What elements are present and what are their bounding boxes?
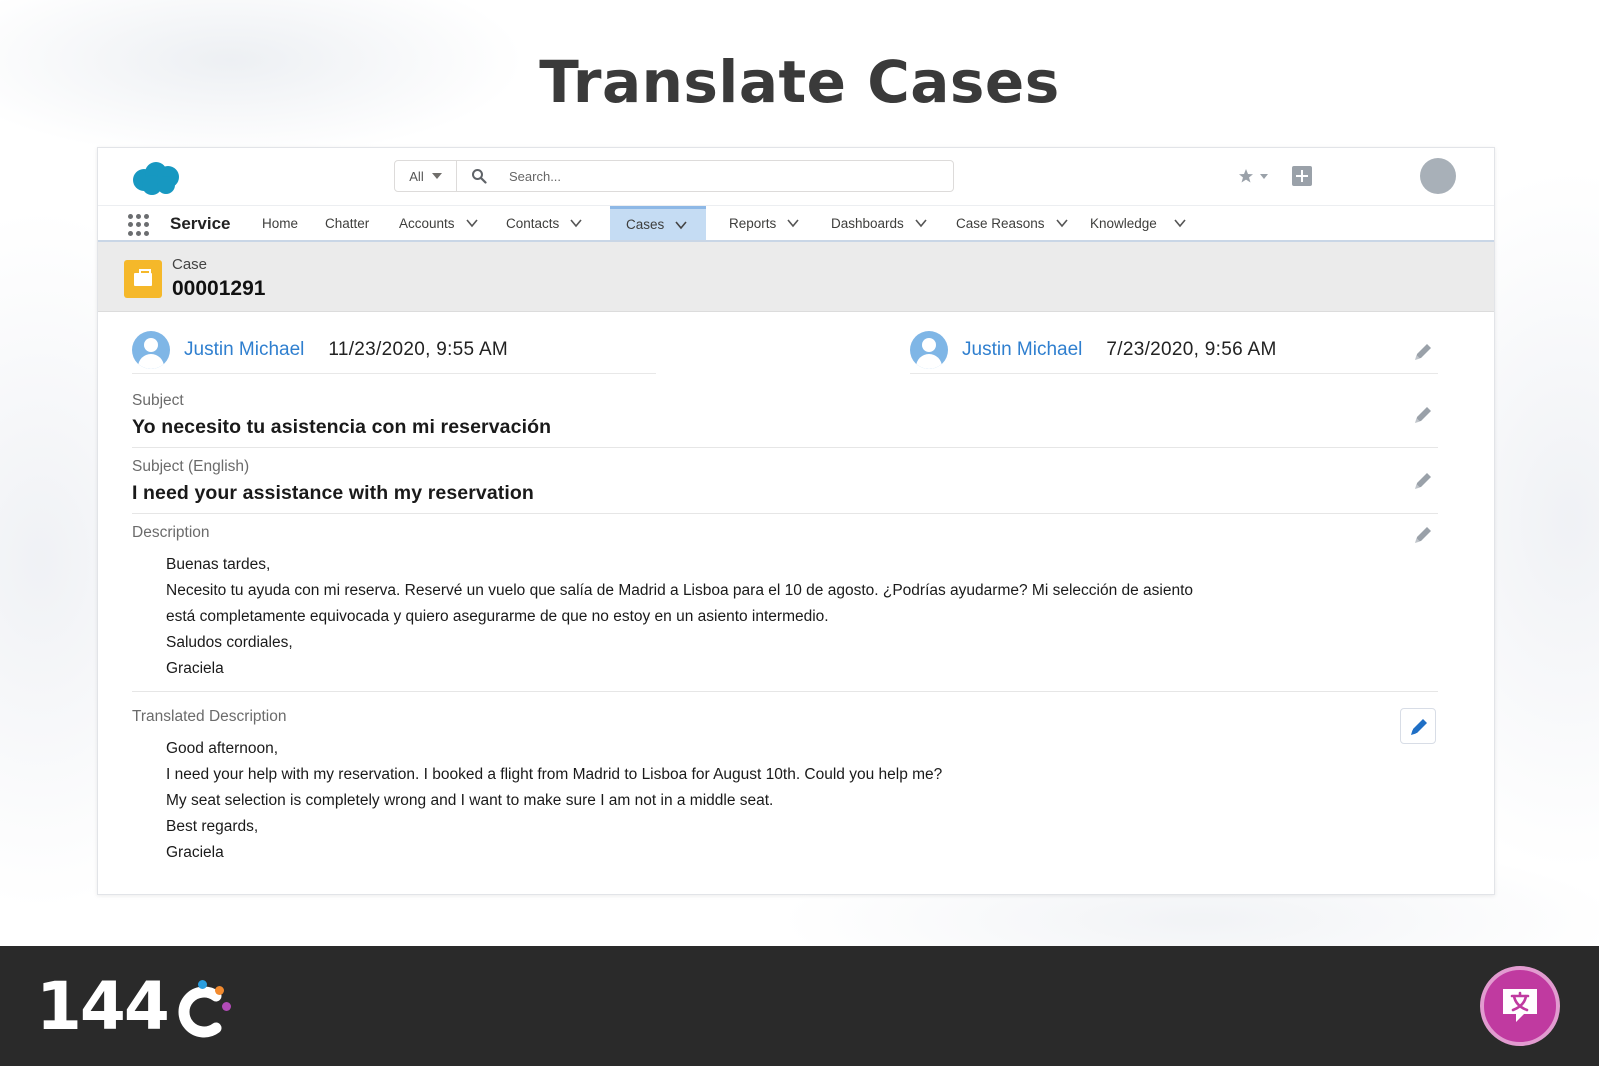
subject-value: Yo necesito tu asistencia con mi reserva… (132, 416, 552, 438)
subject-english-field: Subject (English) I need your assistance… (132, 448, 1438, 514)
description-line: Saludos cordiales, (166, 634, 293, 651)
chevron-down-icon[interactable] (914, 216, 928, 230)
chevron-down-icon[interactable] (674, 218, 688, 232)
tab-chatter[interactable]: Chatter (325, 206, 369, 240)
description-field: Description Buenas tardes, Necesito tu a… (132, 514, 1438, 692)
translated-description-field: Translated Description Good afternoon, I… (132, 692, 1438, 872)
description-line: Good afternoon, (166, 740, 279, 757)
subject-english-value: I need your assistance with my reservati… (132, 482, 534, 504)
modified-by-link[interactable]: Justin Michael (962, 339, 1082, 361)
pencil-icon[interactable] (1412, 524, 1434, 546)
app-nav-bar: Service Home Chatter Accounts Contacts C… (98, 206, 1494, 242)
record-header: Case 00001291 (98, 242, 1494, 312)
tab-label: Contacts (506, 215, 560, 231)
chat-bubble-icon (1503, 989, 1537, 1022)
favorites-button[interactable] (1238, 168, 1268, 184)
tab-label: Dashboards (831, 215, 904, 231)
tab-case-reasons[interactable]: Case Reasons (956, 206, 1069, 240)
footer-bar: 144 (0, 946, 1599, 1066)
field-label: Translated Description (132, 708, 287, 725)
user-avatar-icon (132, 330, 170, 369)
global-header: All (98, 148, 1494, 206)
chevron-down-icon[interactable] (1055, 216, 1069, 230)
pencil-icon[interactable] (1412, 341, 1434, 363)
tab-dashboards[interactable]: Dashboards (831, 206, 928, 240)
plus-icon[interactable] (1292, 166, 1312, 186)
tab-label: Reports (729, 215, 777, 231)
pencil-icon (1411, 719, 1427, 735)
tab-accounts[interactable]: Accounts (399, 206, 479, 240)
translate-chat-icon[interactable] (1480, 966, 1560, 1046)
modified-by: Justin Michael 7/23/2020, 9:56 AM (910, 326, 1438, 374)
search-input[interactable] (509, 168, 929, 184)
description-text: Buenas tardes, Necesito tu ayuda con mi … (166, 552, 1438, 682)
brand-dot-purple (222, 1002, 231, 1011)
tab-home[interactable]: Home (262, 206, 298, 240)
tab-contacts[interactable]: Contacts (506, 206, 583, 240)
salesforce-cloud-icon[interactable] (130, 160, 182, 196)
star-icon (1239, 169, 1253, 183)
tab-label: Accounts (399, 215, 455, 231)
chevron-down-icon[interactable] (465, 216, 479, 230)
owner-row: Justin Michael 11/23/2020, 9:55 AM Justi… (132, 326, 1438, 382)
description-line: Graciela (166, 844, 224, 861)
field-label: Subject (132, 392, 184, 409)
description-line: I need your help with my reservation. I … (166, 766, 943, 783)
description-line: Necesito tu ayuda con mi reserva. Reserv… (166, 582, 1194, 599)
description-line: Buenas tardes, (166, 556, 271, 573)
user-avatar-icon (910, 330, 948, 369)
description-line: Graciela (166, 660, 224, 677)
description-line: My seat selection is completely wrong an… (166, 792, 774, 809)
description-line: Best regards, (166, 818, 259, 835)
search-scope-select[interactable]: All (395, 161, 457, 191)
salesforce-window: All Service Home (97, 147, 1495, 895)
chevron-down-icon[interactable] (569, 216, 583, 230)
pencil-icon[interactable] (1412, 404, 1434, 426)
caret-down-icon (431, 173, 442, 179)
edit-translated-button[interactable] (1400, 708, 1436, 744)
search-scope-label: All (409, 168, 424, 184)
pencil-icon[interactable] (1412, 470, 1434, 492)
page-title: Translate Cases (539, 48, 1060, 116)
field-label: Subject (English) (132, 458, 250, 475)
app-name: Service (170, 214, 231, 233)
record-number: 00001291 (172, 277, 266, 300)
brand-logo: 144 (36, 968, 170, 1045)
briefcase-icon (124, 260, 162, 298)
tab-label: Home (262, 215, 299, 231)
app-launcher-icon[interactable] (128, 214, 150, 236)
created-by-link[interactable]: Justin Michael (184, 339, 304, 361)
global-search: All (394, 160, 954, 192)
description-line: está completamente equivocada y quiero a… (166, 608, 829, 625)
record-object-label: Case (172, 256, 208, 273)
chevron-down-icon[interactable] (1173, 216, 1187, 230)
tab-reports[interactable]: Reports (729, 206, 800, 240)
chevron-down-icon (1260, 173, 1268, 179)
modified-date: 7/23/2020, 9:56 AM (1106, 338, 1277, 360)
subject-field: Subject Yo necesito tu asistencia con mi… (132, 382, 1438, 448)
field-label: Description (132, 524, 210, 541)
tab-label: Case Reasons (956, 215, 1045, 231)
brand-dot-blue (198, 980, 207, 989)
search-icon (472, 169, 487, 184)
brand-logo-text: 144 (36, 968, 170, 1045)
created-date: 11/23/2020, 9:55 AM (328, 338, 509, 360)
tab-label: Cases (626, 217, 665, 232)
created-by: Justin Michael 11/23/2020, 9:55 AM (132, 326, 656, 374)
tab-cases[interactable]: Cases (610, 206, 706, 240)
tab-knowledge[interactable]: Knowledge (1090, 206, 1187, 240)
chevron-down-icon[interactable] (786, 216, 800, 230)
translated-description-text: Good afternoon, I need your help with my… (166, 736, 1438, 866)
tab-label: Knowledge (1090, 215, 1157, 231)
record-detail: Justin Michael 11/23/2020, 9:55 AM Justi… (132, 326, 1438, 872)
brand-dot-orange (215, 986, 224, 995)
tab-label: Chatter (325, 215, 370, 231)
user-avatar[interactable] (1420, 158, 1456, 194)
